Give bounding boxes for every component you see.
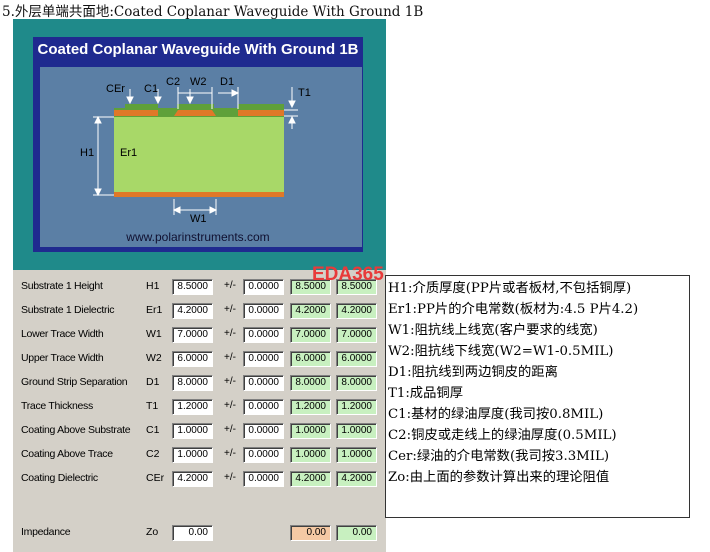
value-input[interactable]: 6.0000	[172, 351, 213, 367]
website-url: www.polarinstruments.com	[126, 230, 270, 244]
param-symbol: H1	[146, 280, 160, 292]
notes-box: H1:介质厚度(PP片或者板材,不包括铜厚) Er1:PP片的介电常数(板材为:…	[385, 275, 690, 518]
value-input[interactable]: 8.5000	[172, 279, 213, 295]
param-label: Trace Thickness	[21, 400, 93, 412]
param-row-d1: Ground Strip Separation D1 8.0000 +/- 0.…	[13, 374, 386, 394]
note-line: Zo:由上面的参数计算出来的理论阻值	[388, 470, 610, 485]
plus-minus-label: +/-	[224, 400, 236, 411]
param-symbol: D1	[146, 376, 160, 388]
param-row-cer: Coating Dielectric CEr 4.2000 +/- 0.0000…	[13, 470, 386, 490]
tolerance-input[interactable]: 0.0000	[243, 303, 284, 319]
value-input[interactable]: 1.0000	[172, 423, 213, 439]
value-input[interactable]: 1.2000	[172, 399, 213, 415]
plus-minus-label: +/-	[224, 304, 236, 315]
param-row-t1: Trace Thickness T1 1.2000 +/- 0.0000 1.2…	[13, 398, 386, 418]
impedance-min: 0.00	[290, 525, 331, 541]
param-label: Lower Trace Width	[21, 328, 104, 340]
max-value: 1.2000	[336, 399, 377, 415]
note-line: C2:铜皮或走线上的绿油厚度(0.5MIL)	[388, 428, 617, 443]
min-value: 6.0000	[290, 351, 331, 367]
note-line: T1:成品铜厚	[388, 386, 463, 401]
tolerance-input[interactable]: 0.0000	[243, 375, 284, 391]
plus-minus-label: +/-	[224, 280, 236, 291]
watermark-logo: EDA365	[312, 264, 384, 285]
note-line: H1:介质厚度(PP片或者板材,不包括铜厚)	[388, 281, 632, 296]
param-label: Substrate 1 Height	[21, 280, 103, 292]
impedance-symbol: Zo	[146, 526, 159, 538]
tolerance-input[interactable]: 0.0000	[243, 351, 284, 367]
plus-minus-label: +/-	[224, 472, 236, 483]
min-value: 4.2000	[290, 471, 331, 487]
value-input[interactable]: 1.0000	[172, 447, 213, 463]
param-row-c2: Coating Above Trace C2 1.0000 +/- 0.0000…	[13, 446, 386, 466]
param-symbol: C1	[146, 424, 160, 436]
tolerance-input[interactable]: 0.0000	[243, 399, 284, 415]
parameter-form: Substrate 1 Height H1 8.5000 +/- 0.0000 …	[13, 270, 386, 552]
tolerance-input[interactable]: 0.0000	[243, 447, 284, 463]
min-value: 1.0000	[290, 447, 331, 463]
tolerance-input[interactable]: 0.0000	[243, 423, 284, 439]
param-label: Coating Dielectric	[21, 472, 98, 484]
impedance-row: Impedance Zo 0.00 0.00 0.00	[13, 524, 386, 544]
plus-minus-label: +/-	[224, 448, 236, 459]
value-input[interactable]: 8.0000	[172, 375, 213, 391]
tolerance-input[interactable]: 0.0000	[243, 471, 284, 487]
min-value: 1.0000	[290, 423, 331, 439]
min-value: 8.0000	[290, 375, 331, 391]
param-symbol: C2	[146, 448, 160, 460]
param-symbol: Er1	[146, 304, 163, 316]
note-line: W1:阻抗线上线宽(客户要求的线宽)	[388, 323, 598, 338]
max-value: 6.0000	[336, 351, 377, 367]
plus-minus-label: +/-	[224, 328, 236, 339]
max-value: 4.2000	[336, 471, 377, 487]
min-value: 4.2000	[290, 303, 331, 319]
min-value: 1.2000	[290, 399, 331, 415]
note-line: Er1:PP片的介电常数(板材为:4.5 P片4.2)	[388, 302, 639, 317]
tolerance-input[interactable]: 0.0000	[243, 327, 284, 343]
value-input[interactable]: 4.2000	[172, 303, 213, 319]
impedance-max: 0.00	[336, 525, 377, 541]
min-value: 7.0000	[290, 327, 331, 343]
plus-minus-label: +/-	[224, 424, 236, 435]
impedance-value[interactable]: 0.00	[172, 525, 213, 541]
note-line: Cer:绿油的介电常数(我司按3.3MIL)	[388, 449, 610, 464]
param-label: Substrate 1 Dielectric	[21, 304, 115, 316]
max-value: 1.0000	[336, 447, 377, 463]
param-symbol: W1	[146, 328, 162, 340]
param-label: Coating Above Substrate	[21, 424, 131, 436]
param-label: Coating Above Trace	[21, 448, 113, 460]
param-symbol: W2	[146, 352, 162, 364]
param-row-er1: Substrate 1 Dielectric Er1 4.2000 +/- 0.…	[13, 302, 386, 322]
max-value: 8.0000	[336, 375, 377, 391]
note-line: D1:阻抗线到两边铜皮的距离	[388, 365, 558, 380]
param-label: Upper Trace Width	[21, 352, 104, 364]
value-input[interactable]: 7.0000	[172, 327, 213, 343]
param-row-c1: Coating Above Substrate C1 1.0000 +/- 0.…	[13, 422, 386, 442]
max-value: 1.0000	[336, 423, 377, 439]
max-value: 7.0000	[336, 327, 377, 343]
value-input[interactable]: 4.2000	[172, 471, 213, 487]
impedance-label: Impedance	[21, 526, 71, 538]
param-symbol: T1	[146, 400, 159, 412]
max-value: 4.2000	[336, 303, 377, 319]
param-label: Ground Strip Separation	[21, 376, 128, 388]
plus-minus-label: +/-	[224, 352, 236, 363]
note-line: W2:阻抗线下线宽(W2=W1-0.5MIL)	[388, 344, 614, 359]
note-line: C1:基材的绿油厚度(我司按0.8MIL)	[388, 407, 604, 422]
tolerance-input[interactable]: 0.0000	[243, 279, 284, 295]
plus-minus-label: +/-	[224, 376, 236, 387]
param-row-w1: Lower Trace Width W1 7.0000 +/- 0.0000 7…	[13, 326, 386, 346]
param-row-w2: Upper Trace Width W2 6.0000 +/- 0.0000 6…	[13, 350, 386, 370]
param-symbol: CEr	[146, 472, 165, 484]
